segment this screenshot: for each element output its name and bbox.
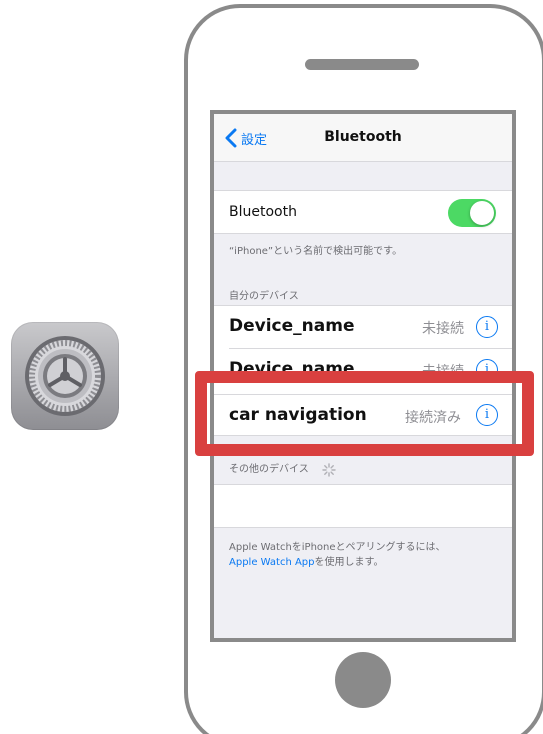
device-row[interactable]: Device_name 未接続 i xyxy=(214,306,512,348)
info-icon[interactable]: i xyxy=(476,316,498,338)
my-devices-header: 自分のデバイス xyxy=(229,291,299,302)
loading-spinner-icon xyxy=(322,463,336,477)
apple-watch-note-line1: Apple WatchをiPhoneとペアリングするには、 xyxy=(229,542,446,553)
toggle-knob xyxy=(470,201,494,225)
device-status: 未接続 xyxy=(422,321,464,337)
navigation-bar: 設定 Bluetooth xyxy=(214,114,512,162)
gear-icon xyxy=(25,336,105,416)
apple-watch-note: Apple WatchをiPhoneとペアリングするには、 Apple Watc… xyxy=(229,540,446,570)
bluetooth-toggle-row: Bluetooth xyxy=(214,190,512,234)
other-devices-header: その他のデバイス xyxy=(229,464,309,475)
highlight-box xyxy=(195,371,534,456)
settings-app-icon[interactable] xyxy=(11,322,119,430)
device-name: Device_name xyxy=(229,316,355,336)
apple-watch-app-link[interactable]: Apple Watch App xyxy=(229,557,315,568)
home-button[interactable] xyxy=(335,652,391,708)
bluetooth-label: Bluetooth xyxy=(229,204,297,220)
phone-speaker xyxy=(305,59,419,70)
apple-watch-note-suffix: を使用します。 xyxy=(314,557,384,568)
bluetooth-toggle[interactable] xyxy=(448,199,496,227)
apple-watch-note-line2: Apple Watch Appを使用します。 xyxy=(229,555,446,570)
page-title: Bluetooth xyxy=(324,129,402,145)
discoverable-note: “iPhone”という名前で検出可能です。 xyxy=(229,246,403,257)
other-devices-list xyxy=(214,484,512,528)
